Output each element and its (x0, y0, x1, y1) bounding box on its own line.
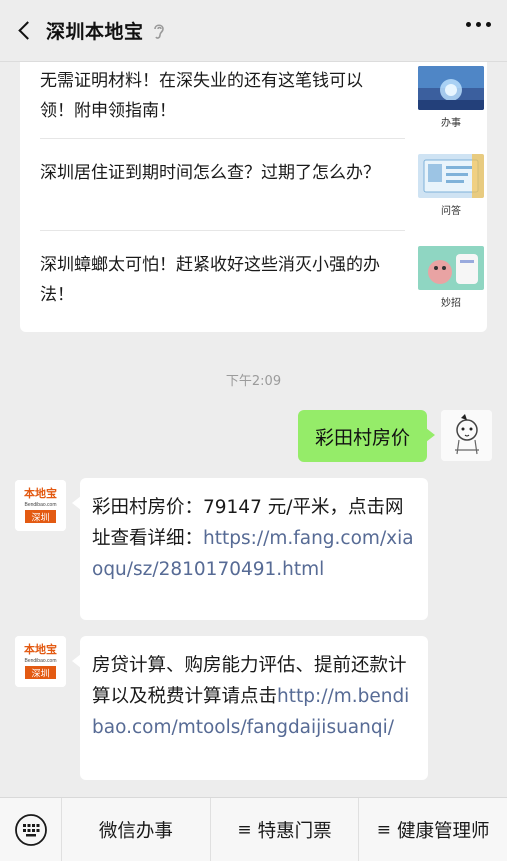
logo-city: 深圳 (31, 669, 49, 679)
menu-list-icon: ≡ (376, 819, 392, 840)
logo-subtext: Bendibao.com (25, 502, 57, 508)
top-bar: 深圳本地宝 (0, 0, 507, 62)
back-button[interactable] (0, 0, 46, 62)
article-thumbnail-image (418, 66, 484, 110)
bot-reply-bubble[interactable]: 房贷计算、购房能力评估、提前还款计算以及税费计算请点击http://m.bend… (72, 636, 428, 780)
article-card: 无需证明材料！在深失业的还有这笔钱可以领！附申领指南！ 办事 深圳居住证到期时间… (20, 62, 487, 332)
keyboard-icon (14, 813, 47, 846)
bot-avatar-logo[interactable]: 本地宝 Bendibao.com 深圳 (15, 636, 66, 687)
menu-health-manager[interactable]: ≡ 健康管理师 (359, 798, 507, 861)
article-title: 深圳蟑螂太可怕！赶紧收好这些消灭小强的办法！ (40, 255, 380, 305)
chevron-left-icon (17, 21, 37, 40)
article-item[interactable]: 深圳蟑螂太可怕！赶紧收好这些消灭小强的办法！ 妙招 (40, 246, 487, 342)
article-thumbnail-image (418, 246, 484, 290)
ear-icon (153, 23, 164, 39)
logo-city: 深圳 (31, 513, 49, 523)
divider (40, 138, 405, 139)
logo-subtext: Bendibao.com (25, 658, 57, 664)
bot-avatar-logo[interactable]: 本地宝 Bendibao.com 深圳 (15, 480, 66, 531)
article-tag: 问答 (441, 206, 461, 217)
menu-list-icon: ≡ (237, 819, 252, 840)
menu-discount-tickets[interactable]: ≡ 特惠门票 (211, 797, 360, 861)
keyboard-toggle-button[interactable] (0, 797, 62, 861)
article-item[interactable]: 无需证明材料！在深失业的还有这笔钱可以领！附申领指南！ 办事 (40, 66, 487, 158)
logo-text: 本地宝 (24, 642, 57, 656)
article-tag: 办事 (441, 118, 461, 129)
more-options-button[interactable] (466, 22, 491, 27)
article-title: 深圳居住证到期时间怎么查？过期了怎么办？ (40, 163, 380, 183)
message-timestamp: 下午2:09 (225, 374, 282, 389)
article-tag: 妙招 (441, 298, 461, 309)
page-title: 深圳本地宝 (46, 21, 144, 43)
user-avatar[interactable] (441, 410, 492, 461)
article-title: 无需证明材料！在深失业的还有这笔钱可以领！附申领指南！ (40, 71, 363, 121)
divider (40, 230, 405, 231)
article-item[interactable]: 深圳居住证到期时间怎么查？过期了怎么办？ 问答 (40, 154, 487, 250)
article-thumbnail-image (418, 154, 484, 198)
bottom-menu-bar: 微信办事 ≡ 特惠门票 ≡ 健康管理师 (0, 797, 507, 861)
menu-wechat-services[interactable]: 微信办事 (62, 797, 211, 861)
user-message-bubble[interactable]: 彩田村房价 (298, 410, 435, 462)
logo-text: 本地宝 (24, 486, 57, 500)
bot-reply-bubble[interactable]: 彩田村房价：79147 元/平米，点击网址查看详细：https://m.fang… (72, 478, 428, 620)
